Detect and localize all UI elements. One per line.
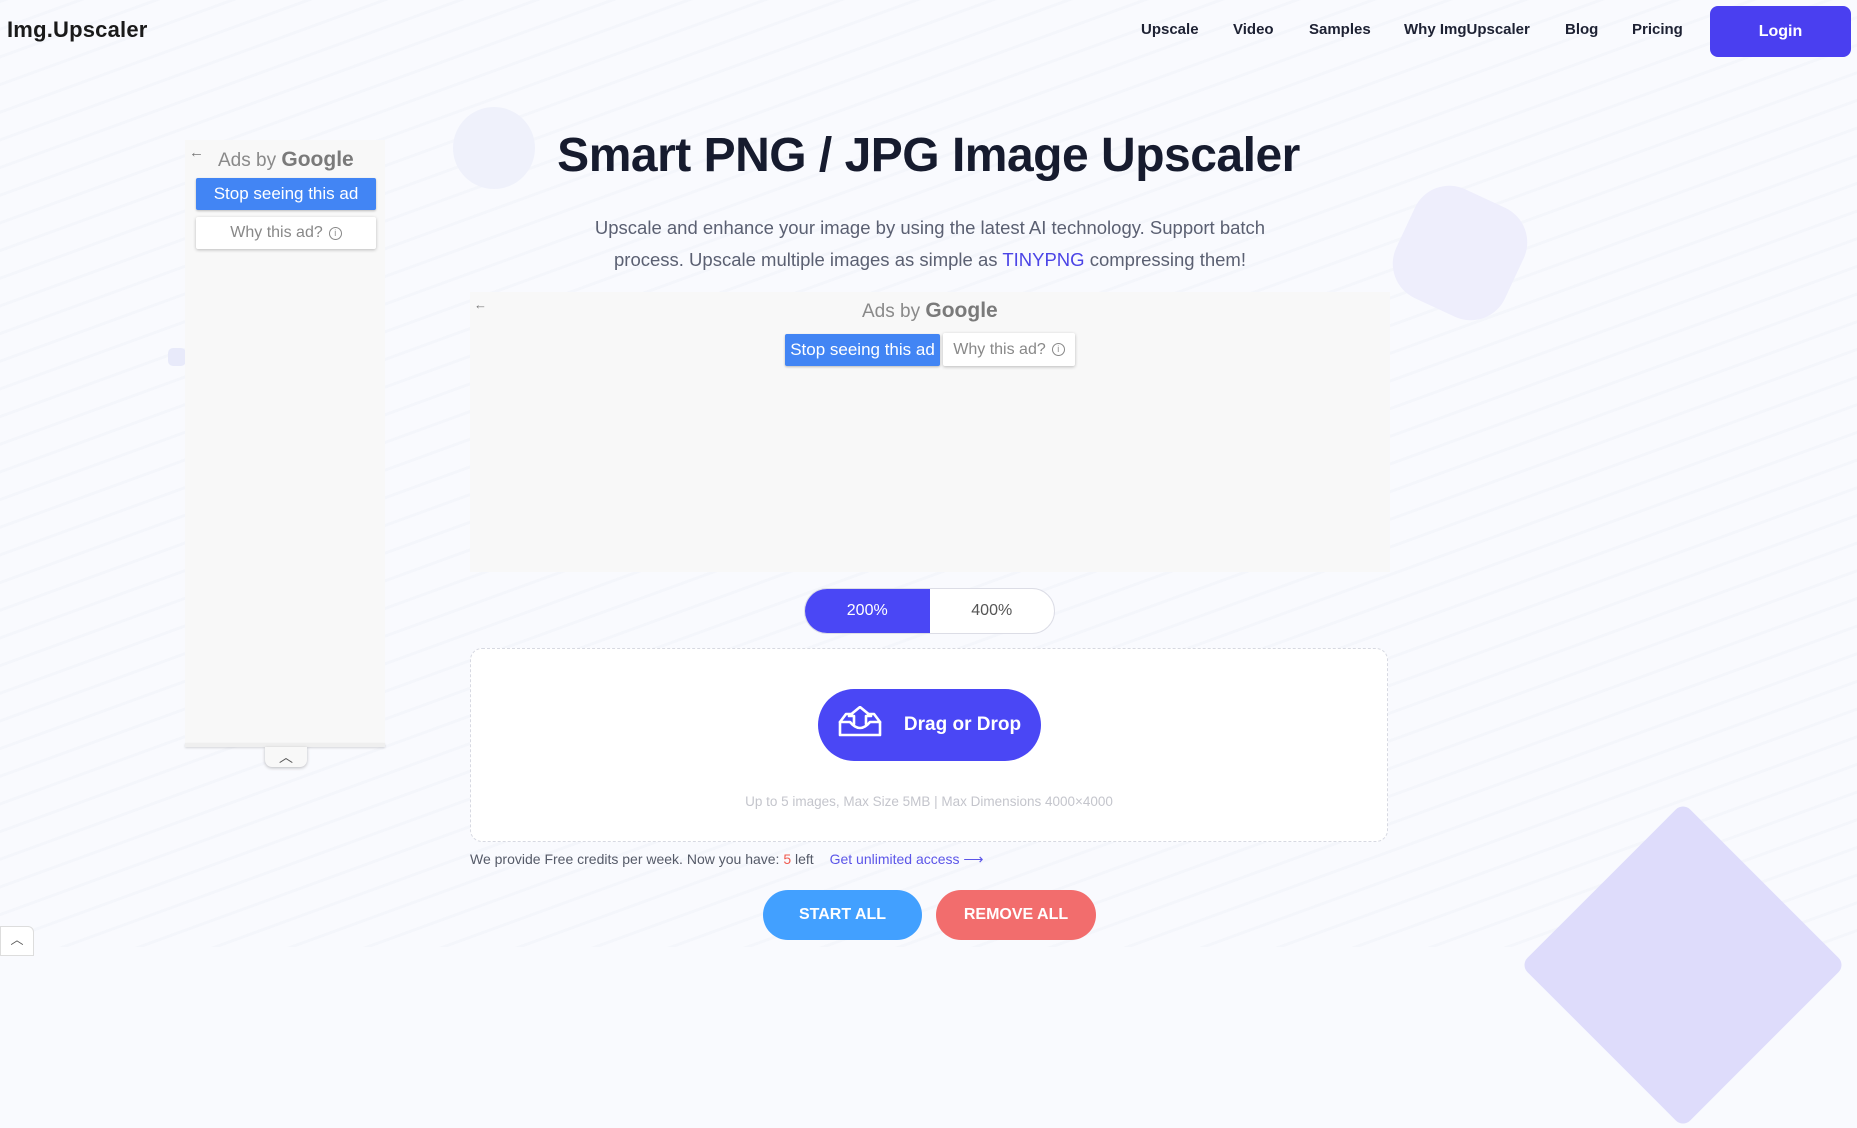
scale-option-400[interactable]: 400% (930, 589, 1055, 633)
drag-or-drop-label: Drag or Drop (903, 714, 1022, 735)
scale-option-200[interactable]: 200% (805, 589, 930, 633)
credits-text: We provide Free credits per week. Now yo… (470, 851, 784, 867)
credits-info: We provide Free credits per week. Now yo… (470, 851, 984, 868)
tinypng-link[interactable]: TINYPNG (1002, 249, 1084, 270)
chevron-up-icon: ︿ (279, 749, 293, 765)
google-wordmark: Google (925, 299, 998, 322)
why-this-ad-label: Why this ad? (953, 340, 1046, 358)
subtitle-text-end: compressing them! (1084, 249, 1246, 270)
stop-seeing-ad-button[interactable]: Stop seeing this ad (785, 334, 940, 366)
why-this-ad-button[interactable]: Why this ad? i (196, 217, 376, 249)
start-all-button[interactable]: START ALL (763, 890, 922, 940)
collapse-ad-button[interactable]: ︿ (265, 747, 307, 767)
why-this-ad-label: Why this ad? (230, 224, 323, 241)
decorative-dot (168, 348, 186, 366)
info-icon: i (328, 226, 342, 240)
remove-all-button[interactable]: REMOVE ALL (936, 890, 1096, 940)
page-subtitle: Upscale and enhance your image by using … (560, 212, 1300, 276)
side-ad-panel: ← Ads by Google Stop seeing this ad Why … (185, 140, 385, 744)
logo[interactable]: Img.Upscaler (7, 17, 148, 43)
decorative-blob (1380, 173, 1540, 333)
decorative-triangle (1520, 802, 1846, 1128)
info-icon: i (1051, 343, 1065, 356)
scale-toggle: 200% 400% (804, 588, 1055, 634)
drag-or-drop-button[interactable]: Drag or Drop (818, 689, 1041, 761)
nav-why-imgupscaler[interactable]: Why ImgUpscaler (1404, 21, 1530, 38)
back-arrow-icon[interactable]: ← (474, 297, 487, 312)
chevron-up-icon: ︿ (10, 932, 24, 947)
upload-limits-text: Up to 5 images, Max Size 5MB | Max Dimen… (745, 794, 1113, 809)
nav-upscale[interactable]: Upscale (1141, 21, 1199, 38)
credits-count: 5 (783, 851, 792, 867)
login-button[interactable]: Login (1710, 6, 1851, 57)
corner-collapse-button[interactable]: ︿ (0, 926, 34, 956)
credits-suffix: left (791, 851, 814, 867)
get-unlimited-access-link[interactable]: Get unlimited access ⟶ (830, 851, 984, 867)
center-ad-panel: ← Ads by Google Stop seeing this ad Why … (470, 292, 1390, 572)
nav-video[interactable]: Video (1233, 21, 1274, 38)
why-this-ad-button[interactable]: Why this ad? i (943, 333, 1075, 366)
upload-tray-icon (838, 705, 882, 744)
nav-pricing[interactable]: Pricing (1632, 21, 1683, 38)
nav-samples[interactable]: Samples (1309, 21, 1371, 38)
ads-by-google-label: Ads by Google (862, 299, 998, 323)
site-header: Img.Upscaler Upscale Video Samples Why I… (0, 0, 1857, 62)
nav-blog[interactable]: Blog (1565, 21, 1598, 38)
ads-by-text: Ads by (862, 301, 921, 322)
page-title: Smart PNG / JPG Image Upscaler (557, 129, 1300, 182)
